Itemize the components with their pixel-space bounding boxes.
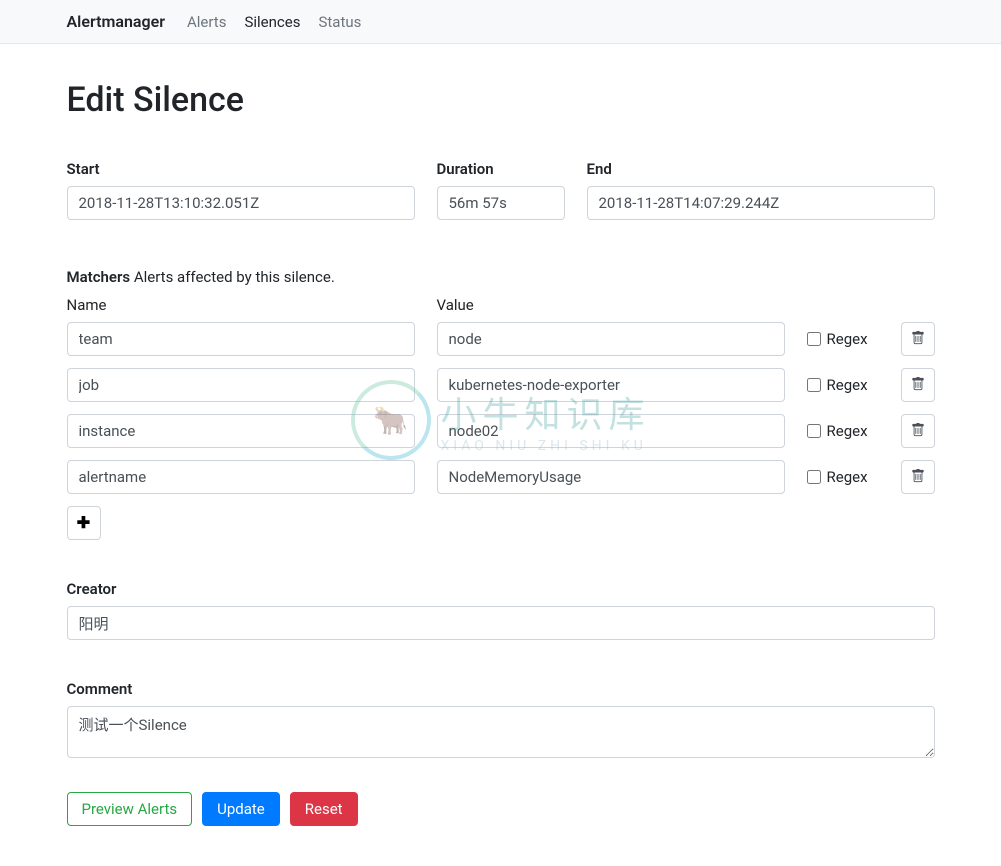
matcher-value-input[interactable] [437, 368, 785, 402]
end-input[interactable] [587, 186, 935, 220]
matcher-value-header: Value [437, 296, 935, 314]
nav-silences[interactable]: Silences [244, 13, 300, 31]
matcher-value-input[interactable] [437, 460, 785, 494]
matcher-row: Regex [67, 414, 935, 448]
trash-icon [911, 469, 925, 486]
regex-label: Regex [827, 376, 868, 394]
matcher-row: Regex [67, 368, 935, 402]
update-button[interactable]: Update [202, 792, 280, 826]
comment-label: Comment [67, 680, 935, 698]
trash-icon [911, 331, 925, 348]
page-title: Edit Silence [67, 80, 935, 120]
matcher-regex-checkbox[interactable] [807, 332, 821, 346]
delete-matcher-button[interactable] [901, 368, 935, 402]
matcher-row: Regex [67, 460, 935, 494]
delete-matcher-button[interactable] [901, 414, 935, 448]
delete-matcher-button[interactable] [901, 460, 935, 494]
plus-icon: ✚ [77, 513, 90, 533]
matcher-name-input[interactable] [67, 460, 415, 494]
brand[interactable]: Alertmanager [67, 12, 165, 31]
trash-icon [911, 377, 925, 394]
matcher-value-input[interactable] [437, 322, 785, 356]
start-input[interactable] [67, 186, 415, 220]
matcher-name-input[interactable] [67, 414, 415, 448]
matcher-regex-checkbox[interactable] [807, 378, 821, 392]
matcher-value-input[interactable] [437, 414, 785, 448]
creator-label: Creator [67, 580, 935, 598]
matchers-header: Matchers Alerts affected by this silence… [67, 268, 935, 286]
regex-label: Regex [827, 468, 868, 486]
matcher-regex-checkbox[interactable] [807, 424, 821, 438]
delete-matcher-button[interactable] [901, 322, 935, 356]
duration-label: Duration [437, 160, 565, 178]
matcher-name-input[interactable] [67, 368, 415, 402]
nav-status[interactable]: Status [318, 13, 361, 31]
start-label: Start [67, 160, 415, 178]
preview-alerts-button[interactable]: Preview Alerts [67, 792, 193, 826]
regex-label: Regex [827, 422, 868, 440]
creator-input[interactable] [67, 606, 935, 640]
matcher-regex-checkbox[interactable] [807, 470, 821, 484]
matcher-row: Regex [67, 322, 935, 356]
reset-button[interactable]: Reset [290, 792, 358, 826]
navbar: Alertmanager Alerts Silences Status [0, 0, 1001, 44]
duration-input[interactable] [437, 186, 565, 220]
matcher-name-input[interactable] [67, 322, 415, 356]
add-matcher-button[interactable]: ✚ [67, 506, 101, 540]
end-label: End [587, 160, 935, 178]
matcher-name-header: Name [67, 296, 415, 314]
regex-label: Regex [827, 330, 868, 348]
comment-input[interactable] [67, 706, 935, 758]
trash-icon [911, 423, 925, 440]
nav-alerts[interactable]: Alerts [187, 13, 227, 31]
